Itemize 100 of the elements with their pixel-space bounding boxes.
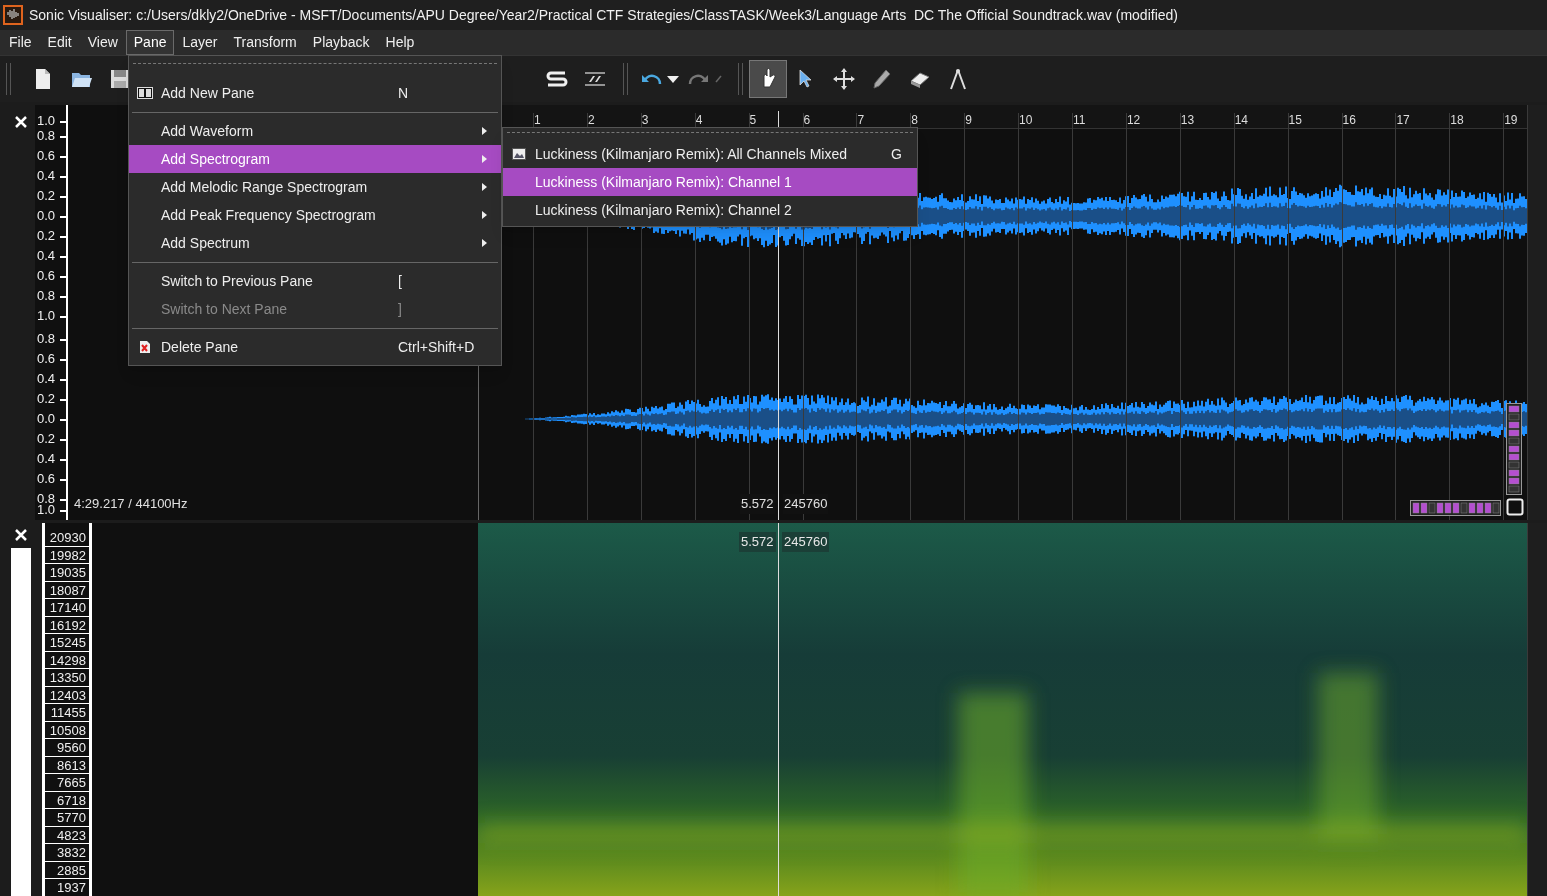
ruler-label: 5 xyxy=(749,114,757,127)
amplitude-scale-label: 0.8 xyxy=(37,493,56,505)
frequency-scale-label: 3832 xyxy=(45,844,89,862)
cursor-frame-label: 245760 xyxy=(782,532,830,552)
menu-item[interactable]: Help xyxy=(377,30,423,55)
amplitude-scale-label: 0.4 xyxy=(37,453,56,465)
ruler-label: 3 xyxy=(641,114,649,127)
frequency-scale-label: 18087 xyxy=(45,581,89,599)
submenu-arrow-icon xyxy=(481,182,488,192)
ruler-label: 12 xyxy=(1126,114,1141,127)
frequency-scale-label: 8613 xyxy=(45,756,89,774)
ruler-label: 2 xyxy=(587,114,595,127)
align-icon xyxy=(583,70,607,88)
frequency-scale-label: 7665 xyxy=(45,774,89,792)
ruler-label: 9 xyxy=(965,114,972,127)
close-icon xyxy=(14,115,28,129)
ruler-label: 13 xyxy=(1180,114,1195,127)
frequency-scale-label: 19982 xyxy=(45,546,89,564)
menu-item[interactable]: Add Waveform xyxy=(129,117,501,145)
frequency-scale-label: 16192 xyxy=(45,616,89,634)
amplitude-scale-label: 0.4 xyxy=(37,373,56,385)
ruler-label: 10 xyxy=(1019,114,1033,127)
navigate-tool-button[interactable] xyxy=(749,60,787,98)
menu-item[interactable]: File xyxy=(1,30,40,55)
amplitude-scale-label: 0.6 xyxy=(37,473,56,485)
frequency-scale-label: 11455 xyxy=(45,704,89,722)
ruler-label: 11 xyxy=(1073,114,1086,127)
menu-item[interactable]: Add New Pane N xyxy=(129,79,501,107)
window-title: Sonic Visualiser: c:/Users/dkly2/OneDrive - MSFT/Documents/APU Degree/Year2/Practical CTF Strategies/ClassTASK/Week3/Language Arts DC The Official Soundtrack.wav (modified) xyxy=(29,5,1178,25)
amplitude-scale-label: 0.2 xyxy=(37,230,56,242)
frequency-scale-label: 2885 xyxy=(45,861,89,879)
ruler-label: 19 xyxy=(1504,114,1518,127)
amplitude-scale-label: 0.6 xyxy=(37,270,56,282)
frequency-scale-label: 20930 xyxy=(45,529,89,547)
app-logo-icon xyxy=(3,5,23,25)
ruler-label: 15 xyxy=(1288,114,1302,127)
menu-item[interactable]: Luckiness (Kilmanjaro Remix): All Channels Mixed G xyxy=(503,140,917,168)
menu-item[interactable]: Playback xyxy=(304,30,378,55)
frequency-scale-label: 17140 xyxy=(45,599,89,617)
amplitude-scale-label: 1.0 xyxy=(37,115,56,127)
frequency-scale-label: 9560 xyxy=(45,739,89,757)
menu-item[interactable]: Luckiness (Kilmanjaro Remix): Channel 2 xyxy=(503,196,917,224)
ruler-label: 1 xyxy=(534,114,541,127)
menu-item[interactable]: Add Melodic Range Spectrogram xyxy=(129,173,501,201)
amplitude-scale-label: 0.8 xyxy=(37,130,56,142)
frequency-scale-label: 4823 xyxy=(45,826,89,844)
ruler-label: 4 xyxy=(695,114,703,127)
pane-icon xyxy=(137,87,153,99)
cursor-time-label: 5.572 xyxy=(740,494,775,514)
ruler-label: 6 xyxy=(803,114,811,127)
submenu-arrow-icon xyxy=(481,126,488,136)
frequency-scale-label: 10508 xyxy=(45,721,89,739)
amplitude-scale-label: 0.2 xyxy=(37,433,56,445)
frequency-scale-label: 6718 xyxy=(45,791,89,809)
amplitude-scale-label: 0.4 xyxy=(37,250,56,262)
duration-label: 4:29.217 / 44100Hz xyxy=(74,495,188,513)
ruler-label: 17 xyxy=(1396,114,1410,127)
frequency-scale-label: 14298 xyxy=(45,651,89,669)
cursor-frame-label: 245760 xyxy=(783,494,829,514)
menu-item[interactable]: Switch to Previous Pane [ xyxy=(129,267,501,295)
menu-item[interactable]: Transform xyxy=(225,30,305,55)
ruler-label: 18 xyxy=(1450,114,1464,127)
s-icon xyxy=(545,70,569,88)
menu-item[interactable]: Layer xyxy=(174,30,226,55)
ruler-label: 14 xyxy=(1234,114,1249,127)
move-icon xyxy=(832,67,856,91)
amplitude-scale-label: 0.0 xyxy=(37,210,56,222)
menu-item[interactable]: Luckiness (Kilmanjaro Remix): Channel 1 xyxy=(503,168,917,196)
menu-item[interactable]: Delete Pane Ctrl+Shift+D xyxy=(129,333,501,361)
ruler-label: 16 xyxy=(1342,114,1356,127)
frequency-scale-label: 5770 xyxy=(45,809,89,827)
menu-item[interactable]: View xyxy=(79,30,126,55)
amplitude-scale-label: 1.0 xyxy=(37,504,56,516)
frequency-scale-label: 1937 xyxy=(45,879,89,896)
submenu-arrow-icon xyxy=(481,154,488,164)
amplitude-scale-label: 0.0 xyxy=(37,413,56,425)
ruler-label: 7 xyxy=(857,114,865,127)
caret-icon xyxy=(666,74,680,84)
amplitude-scale-label: 0.2 xyxy=(37,393,56,405)
amplitude-scale-label: 0.8 xyxy=(37,290,56,302)
frequency-scale-label: 15245 xyxy=(45,634,89,652)
menu-item[interactable]: Pane xyxy=(125,30,175,55)
amplitude-scale-label: 0.4 xyxy=(37,170,56,182)
menu-item[interactable]: Add Spectrogram xyxy=(129,145,501,173)
cursor-time-label: 5.572 xyxy=(739,532,776,552)
submenu-arrow-icon xyxy=(481,238,488,248)
frequency-scale-label: 12403 xyxy=(45,686,89,704)
menu-item[interactable]: Add Peak Frequency Spectrogram xyxy=(129,201,501,229)
amplitude-scale-label: 0.6 xyxy=(37,353,56,365)
amplitude-scale-label: 1.0 xyxy=(37,310,56,322)
frequency-scale-label: 19035 xyxy=(45,564,89,582)
amplitude-scale-label: 0.8 xyxy=(37,333,56,345)
delete-icon xyxy=(139,340,151,354)
menu-item[interactable]: Edit xyxy=(39,30,80,55)
square-icon xyxy=(1506,498,1524,516)
submenu-arrow-icon xyxy=(481,210,488,220)
amplitude-scale-label: 0.2 xyxy=(37,190,56,202)
ruler-label: 8 xyxy=(911,114,918,127)
amplitude-scale-label: 0.6 xyxy=(37,150,56,162)
menu-item[interactable]: Add Spectrum xyxy=(129,229,501,257)
